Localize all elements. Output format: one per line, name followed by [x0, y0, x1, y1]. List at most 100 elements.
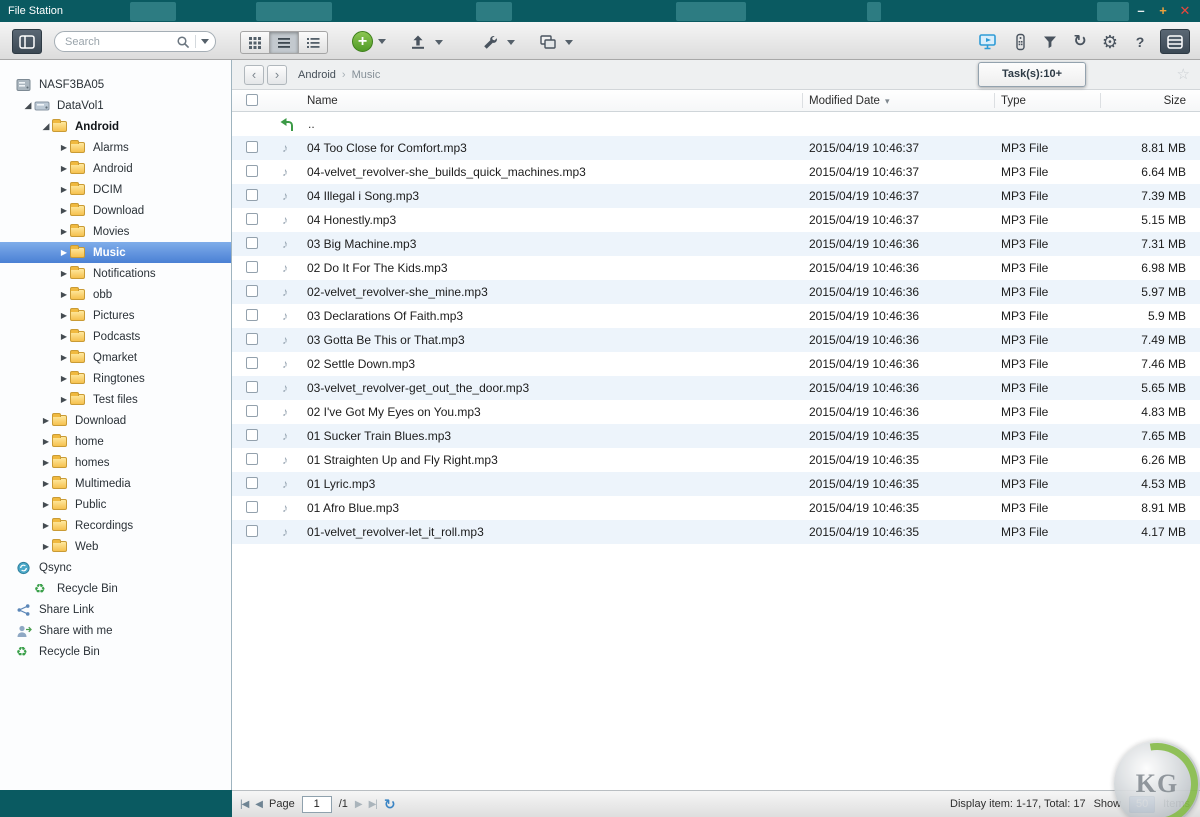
close-button[interactable]: ✕	[1176, 0, 1194, 22]
file-name[interactable]: 02 Settle Down.mp3	[307, 352, 415, 376]
tree-expand-arrow-icon[interactable]	[40, 416, 52, 425]
tree-item-label[interactable]: Recycle Bin	[57, 583, 118, 595]
column-divider[interactable]	[994, 93, 995, 108]
sidebar-tree-item[interactable]: DataVol1	[0, 95, 231, 116]
column-header-modified-date[interactable]: Modified Date	[809, 90, 890, 112]
file-row[interactable]: ♪ 01 Straighten Up and Fly Right.mp3 201…	[232, 448, 1200, 472]
tree-expand-arrow-icon[interactable]	[58, 143, 70, 152]
tree-item-label[interactable]: Movies	[93, 226, 129, 238]
sidebar-tree-item[interactable]: Notifications	[0, 263, 231, 284]
tree-item-label[interactable]: Multimedia	[75, 478, 131, 490]
file-name[interactable]: 01 Straighten Up and Fly Right.mp3	[307, 448, 498, 472]
sidebar-tree-item[interactable]: Download	[0, 200, 231, 221]
tree-item-label[interactable]: Music	[93, 247, 126, 259]
tree-item-label[interactable]: Recordings	[75, 520, 133, 532]
tree-item-label[interactable]: Pictures	[93, 310, 135, 322]
sidebar-tree-item[interactable]: Share with me	[0, 620, 231, 641]
create-caret-icon[interactable]	[378, 39, 386, 44]
row-checkbox[interactable]	[246, 237, 258, 249]
file-row[interactable]: ♪ 04-velvet_revolver-she_builds_quick_ma…	[232, 160, 1200, 184]
forward-button[interactable]: ›	[267, 65, 287, 85]
file-row[interactable]: ♪ 02 Do It For The Kids.mp3 2015/04/19 1…	[232, 256, 1200, 280]
help-button[interactable]: ?	[1126, 30, 1154, 54]
tree-item-label[interactable]: obb	[93, 289, 112, 301]
file-row[interactable]: ♪ 02 I've Got My Eyes on You.mp3 2015/04…	[232, 400, 1200, 424]
file-row[interactable]: ♪ 03 Big Machine.mp3 2015/04/19 10:46:36…	[232, 232, 1200, 256]
list-view-button[interactable]	[269, 31, 299, 54]
tree-expand-arrow-icon[interactable]	[40, 121, 52, 132]
sidebar-tree-item[interactable]: ♻ Recycle Bin	[0, 641, 231, 662]
tree-item-label[interactable]: Notifications	[93, 268, 156, 280]
detail-view-button[interactable]	[298, 31, 328, 54]
file-row[interactable]: ♪ 02 Settle Down.mp3 2015/04/19 10:46:36…	[232, 352, 1200, 376]
tree-expand-arrow-icon[interactable]	[58, 290, 70, 299]
tree-item-label[interactable]: home	[75, 436, 104, 448]
column-header-name[interactable]: Name	[307, 90, 338, 112]
row-checkbox[interactable]	[246, 381, 258, 393]
breadcrumb-android[interactable]: Android	[298, 69, 336, 81]
tools-caret-icon[interactable]	[507, 40, 515, 45]
file-row[interactable]: ♪ 01 Afro Blue.mp3 2015/04/19 10:46:35 M…	[232, 496, 1200, 520]
tree-item-label[interactable]: Test files	[93, 394, 138, 406]
sidebar-tree-item[interactable]: Qsync	[0, 557, 231, 578]
file-row[interactable]: ♪ 01-velvet_revolver-let_it_roll.mp3 201…	[232, 520, 1200, 544]
previous-page-button[interactable]	[255, 799, 262, 810]
task-count-badge[interactable]: Task(s):10+	[978, 62, 1086, 87]
row-checkbox[interactable]	[246, 501, 258, 513]
row-checkbox[interactable]	[246, 309, 258, 321]
tree-expand-arrow-icon[interactable]	[58, 269, 70, 278]
row-checkbox[interactable]	[246, 213, 258, 225]
parent-directory-row[interactable]: ..	[232, 112, 1200, 136]
tree-expand-arrow-icon[interactable]	[40, 542, 52, 551]
sidebar-tree-item[interactable]: Recordings	[0, 515, 231, 536]
row-checkbox[interactable]	[246, 333, 258, 345]
row-checkbox[interactable]	[246, 429, 258, 441]
sidebar-tree-item[interactable]: Share Link	[0, 599, 231, 620]
tree-item-label[interactable]: Share Link	[39, 604, 94, 616]
file-row[interactable]: ♪ 04 Illegal i Song.mp3 2015/04/19 10:46…	[232, 184, 1200, 208]
search-icon[interactable]	[176, 35, 190, 49]
file-name[interactable]: 04-velvet_revolver-she_builds_quick_mach…	[307, 160, 586, 184]
file-name[interactable]: 02-velvet_revolver-she_mine.mp3	[307, 280, 488, 304]
search-input[interactable]	[65, 36, 176, 48]
sidebar-tree-item[interactable]: Ringtones	[0, 368, 231, 389]
first-page-button[interactable]	[240, 799, 248, 810]
tree-item-label[interactable]: Download	[75, 415, 126, 427]
favorite-star-icon[interactable]: ☆	[1177, 60, 1190, 90]
file-name[interactable]: 04 Illegal i Song.mp3	[307, 184, 419, 208]
tree-expand-arrow-icon[interactable]	[22, 100, 34, 111]
column-divider[interactable]	[802, 93, 803, 108]
tree-expand-arrow-icon[interactable]	[40, 479, 52, 488]
file-row[interactable]: ♪ 01 Sucker Train Blues.mp3 2015/04/19 1…	[232, 424, 1200, 448]
remote-control-button[interactable]	[1006, 30, 1034, 54]
tree-expand-arrow-icon[interactable]	[58, 227, 70, 236]
settings-button[interactable]: ⚙	[1096, 30, 1124, 54]
row-checkbox[interactable]	[246, 189, 258, 201]
tree-item-label[interactable]: Download	[93, 205, 144, 217]
tree-item-label[interactable]: Web	[75, 541, 98, 553]
file-name[interactable]: 01 Lyric.mp3	[307, 472, 375, 496]
tree-item-label[interactable]: Recycle Bin	[39, 646, 100, 658]
sidebar-tree-item[interactable]: ♻ Recycle Bin	[0, 578, 231, 599]
file-row[interactable]: ♪ 01 Lyric.mp3 2015/04/19 10:46:35 MP3 F…	[232, 472, 1200, 496]
tree-expand-arrow-icon[interactable]	[58, 206, 70, 215]
sidebar-tree-item[interactable]: Public	[0, 494, 231, 515]
file-name[interactable]: 01 Sucker Train Blues.mp3	[307, 424, 451, 448]
tree-expand-arrow-icon[interactable]	[40, 458, 52, 467]
sidebar-tree-item[interactable]: Podcasts	[0, 326, 231, 347]
row-checkbox[interactable]	[246, 453, 258, 465]
next-page-button[interactable]	[355, 799, 362, 810]
refresh-list-icon[interactable]: ↻	[384, 797, 396, 811]
row-checkbox[interactable]	[246, 261, 258, 273]
tree-expand-arrow-icon[interactable]	[58, 353, 70, 362]
sidebar-tree-item[interactable]: Qmarket	[0, 347, 231, 368]
refresh-button[interactable]: ↻	[1066, 30, 1094, 54]
tree-item-label[interactable]: Android	[75, 121, 119, 133]
breadcrumb-music[interactable]: Music	[352, 69, 381, 81]
column-header-type[interactable]: Type	[1001, 90, 1026, 112]
file-name[interactable]: 04 Honestly.mp3	[307, 208, 396, 232]
file-name[interactable]: 03-velvet_revolver-get_out_the_door.mp3	[307, 376, 529, 400]
sidebar-tree-item[interactable]: Download	[0, 410, 231, 431]
parent-dir-label[interactable]: ..	[308, 112, 315, 136]
row-checkbox[interactable]	[246, 285, 258, 297]
